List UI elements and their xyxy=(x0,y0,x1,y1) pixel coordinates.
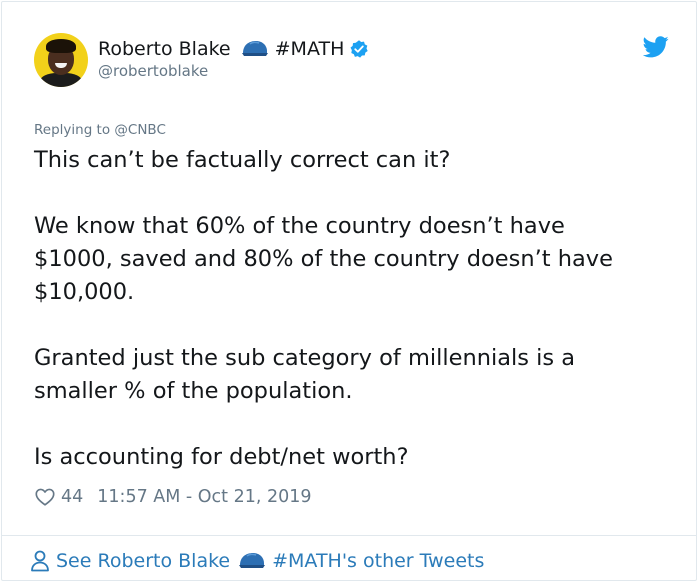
graduation-cap-icon xyxy=(241,41,268,56)
tweet-card: Roberto Blake #MATH @robertoblake Replyi… xyxy=(1,1,697,581)
footer-link-suffix[interactable]: #MATH's other Tweets xyxy=(272,550,484,572)
tweet-line: $1000, saved and 80% of the country does… xyxy=(34,246,613,272)
tweet-line: Is accounting for debt/net worth? xyxy=(34,444,409,470)
twitter-bird-icon[interactable] xyxy=(643,36,669,58)
like-count[interactable]: 44 xyxy=(61,487,83,507)
divider xyxy=(2,535,696,536)
user-name-row[interactable]: Roberto Blake #MATH xyxy=(98,36,369,62)
display-name-suffix[interactable]: #MATH xyxy=(275,38,345,60)
tweet-line: Granted just the sub category of millenn… xyxy=(34,345,576,371)
tweet-paragraph: Is accounting for debt/net worth? xyxy=(34,441,674,474)
tweet-timestamp[interactable]: 11:57 AM - Oct 21, 2019 xyxy=(97,487,311,507)
tweet-meta: 44 11:57 AM - Oct 21, 2019 xyxy=(34,486,312,508)
graduation-cap-icon xyxy=(239,553,266,568)
see-other-tweets-link[interactable]: See Roberto Blake #MATH's other Tweets xyxy=(30,548,484,574)
heart-icon[interactable] xyxy=(34,486,56,508)
tweet-line: $10,000. xyxy=(34,279,135,305)
tweet-line: We know that 60% of the country doesn’t … xyxy=(34,213,565,239)
person-icon xyxy=(31,550,49,572)
avatar[interactable] xyxy=(34,33,88,87)
tweet-paragraph: This can’t be factually correct can it? xyxy=(34,144,674,177)
user-handle[interactable]: @robertoblake xyxy=(98,62,208,80)
tweet-line: This can’t be factually correct can it? xyxy=(34,147,451,173)
verified-badge-icon xyxy=(350,40,369,58)
footer-link-prefix[interactable]: See Roberto Blake xyxy=(56,550,230,572)
tweet-line: smaller % of the population. xyxy=(34,378,353,404)
tweet-paragraph: We know that 60% of the country doesn’t … xyxy=(34,210,674,309)
tweet-paragraph: Granted just the sub category of millenn… xyxy=(34,342,674,408)
tweet-text: This can’t be factually correct can it? … xyxy=(34,144,674,507)
replying-to[interactable]: Replying to @CNBC xyxy=(34,122,166,138)
display-name[interactable]: Roberto Blake xyxy=(98,38,231,60)
